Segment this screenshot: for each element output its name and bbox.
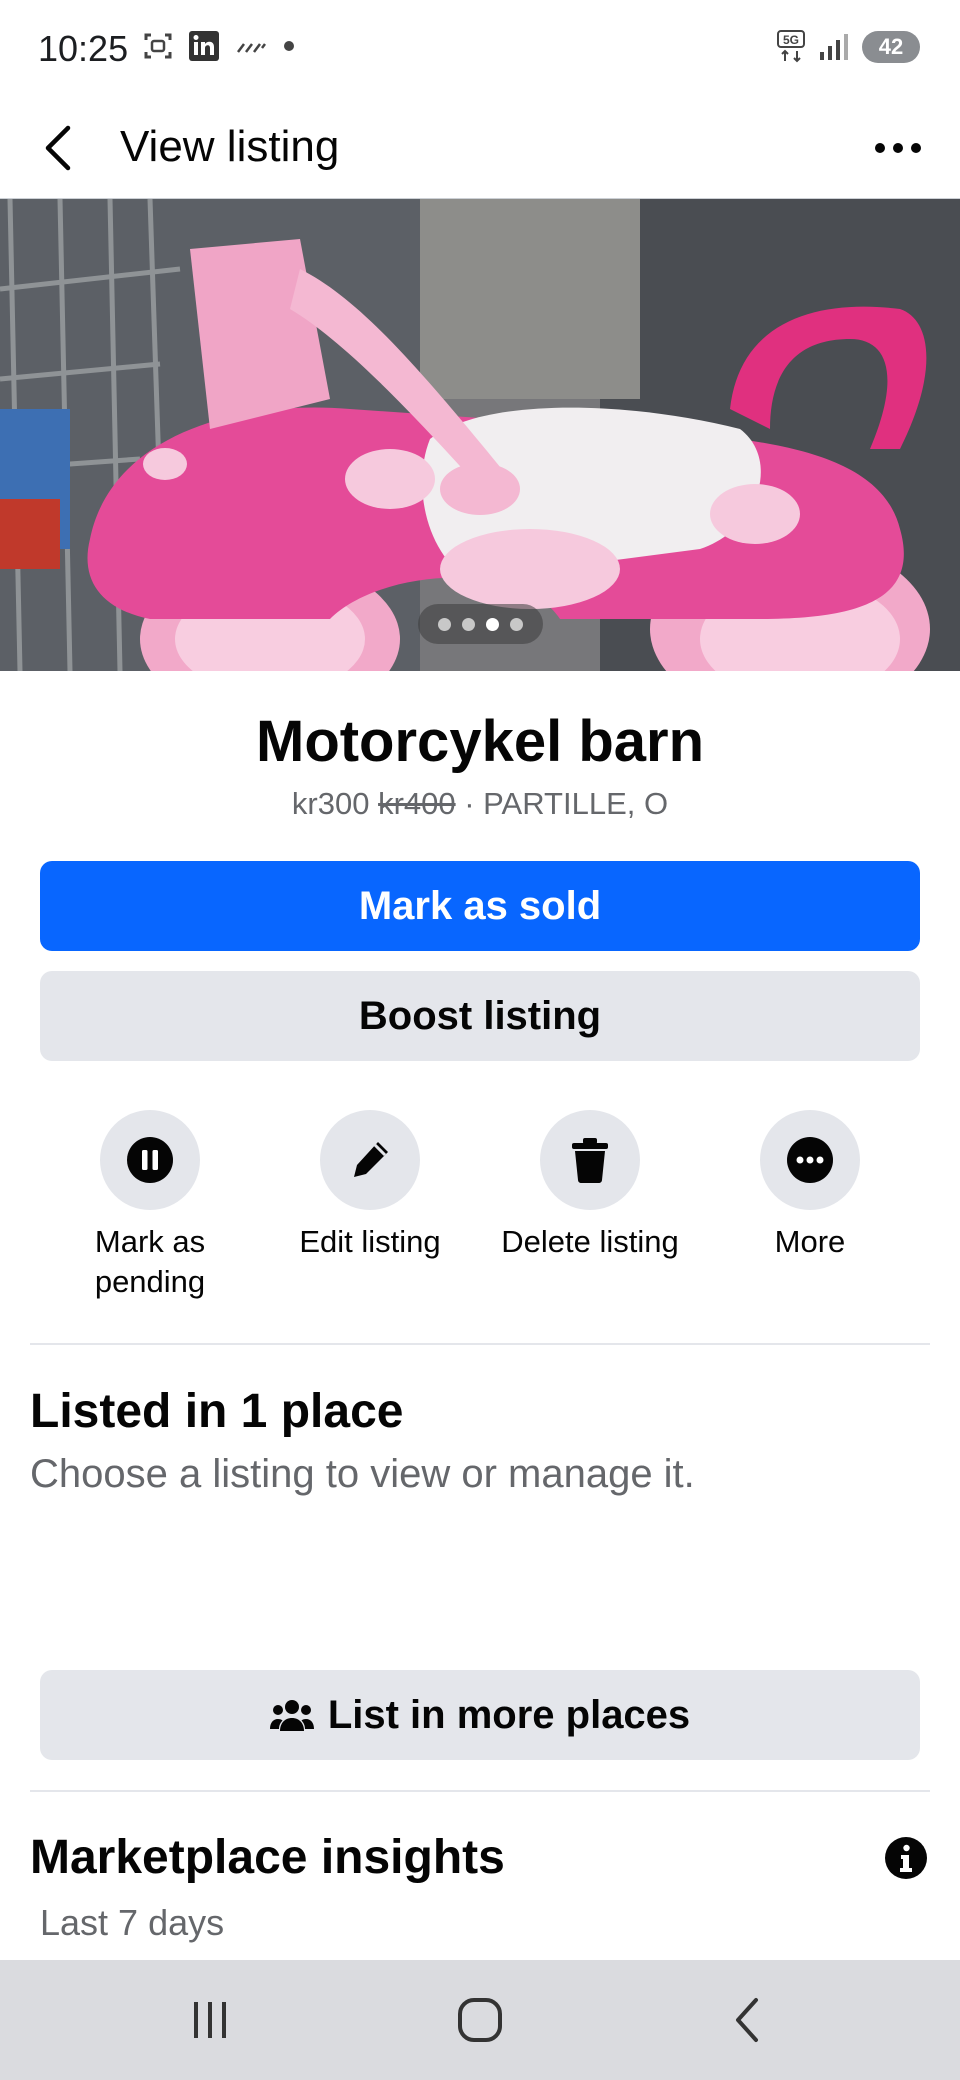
list-in-more-places-label: List in more places <box>327 1692 691 1737</box>
mark-as-pending-action[interactable]: Mark as pending <box>45 1110 255 1302</box>
notification-dot-icon <box>284 41 294 51</box>
carousel-dot <box>462 617 475 631</box>
missed-signal-icon <box>237 43 266 53</box>
list-in-more-places-content: List in more places <box>269 1692 691 1738</box>
listing-price-location: kr300 kr400 · PARTILLE, O <box>0 786 960 822</box>
people-icon <box>269 1700 314 1731</box>
pause-icon <box>127 1137 173 1183</box>
status-notification-icons <box>142 30 296 62</box>
carousel-dot <box>510 617 523 631</box>
edit-listing-label: Edit listing <box>299 1224 441 1259</box>
5g-icon: 5G <box>777 30 805 63</box>
marketplace-insights-title: Marketplace insights <box>30 1831 505 1884</box>
carousel-dot <box>438 617 451 631</box>
recent-apps-icon <box>194 2002 226 2038</box>
ellipsis-icon <box>875 143 921 153</box>
system-back-button[interactable] <box>708 1990 788 2050</box>
delete-listing-action[interactable]: Delete listing <box>485 1110 695 1262</box>
insights-info-button[interactable] <box>884 1836 928 1880</box>
boost-listing-button[interactable]: Boost listing <box>40 971 920 1061</box>
trash-icon <box>572 1138 608 1183</box>
listing-title: Motorcykel barn <box>256 709 704 774</box>
home-button[interactable] <box>440 1990 520 2050</box>
listing-location: · PARTILLE, O <box>455 786 669 821</box>
system-nav-bar <box>0 1960 960 2080</box>
mark-as-sold-button[interactable]: Mark as sold <box>40 861 920 951</box>
listed-in-subtitle: Choose a listing to view or manage it. <box>30 1452 695 1496</box>
svg-text:5G: 5G <box>783 33 799 47</box>
status-bar: 10:25 5G 42 <box>0 0 960 100</box>
home-icon <box>458 1998 502 2042</box>
section-divider <box>30 1343 930 1345</box>
battery-icon: 42 <box>862 31 920 63</box>
signal-icon <box>820 34 848 60</box>
edit-listing-button[interactable] <box>320 1110 420 1210</box>
screenshot-icon <box>144 33 172 59</box>
info-icon <box>885 1837 927 1879</box>
back-button[interactable] <box>36 120 86 176</box>
insights-period: Last 7 days <box>40 1902 225 1943</box>
more-icon <box>787 1137 833 1183</box>
listed-in-title: Listed in 1 place <box>30 1385 404 1438</box>
back-arrow-icon <box>45 125 71 171</box>
carousel-indicator <box>418 604 543 644</box>
more-action[interactable]: More <box>705 1110 915 1262</box>
back-chevron-icon <box>736 1998 758 2042</box>
mark-as-pending-button[interactable] <box>100 1110 200 1210</box>
section-divider <box>30 1790 930 1792</box>
app-bar: View listing <box>0 100 960 199</box>
more-label: More <box>774 1224 846 1259</box>
list-in-more-places-button[interactable]: List in more places <box>40 1670 920 1760</box>
edit-listing-action[interactable]: Edit listing <box>265 1110 475 1262</box>
delete-listing-label: Delete listing <box>501 1224 679 1259</box>
status-system-icons: 5G 42 <box>776 30 920 64</box>
listing-price: kr300 <box>291 786 370 821</box>
listing-original-price: kr400 <box>378 786 456 821</box>
pencil-icon <box>354 1142 388 1177</box>
recent-apps-button[interactable] <box>170 1990 250 2050</box>
more-options-button[interactable] <box>868 126 928 170</box>
status-time: 10:25 <box>38 28 129 69</box>
mark-as-pending-label: Mark as pending <box>94 1224 206 1299</box>
listing-photo-carousel[interactable] <box>0 199 960 671</box>
delete-listing-button[interactable] <box>540 1110 640 1210</box>
linkedin-icon <box>189 31 219 61</box>
listing-photo <box>0 199 960 671</box>
page-title: View listing <box>120 122 340 171</box>
carousel-dot-active <box>486 617 499 631</box>
more-button[interactable] <box>760 1110 860 1210</box>
